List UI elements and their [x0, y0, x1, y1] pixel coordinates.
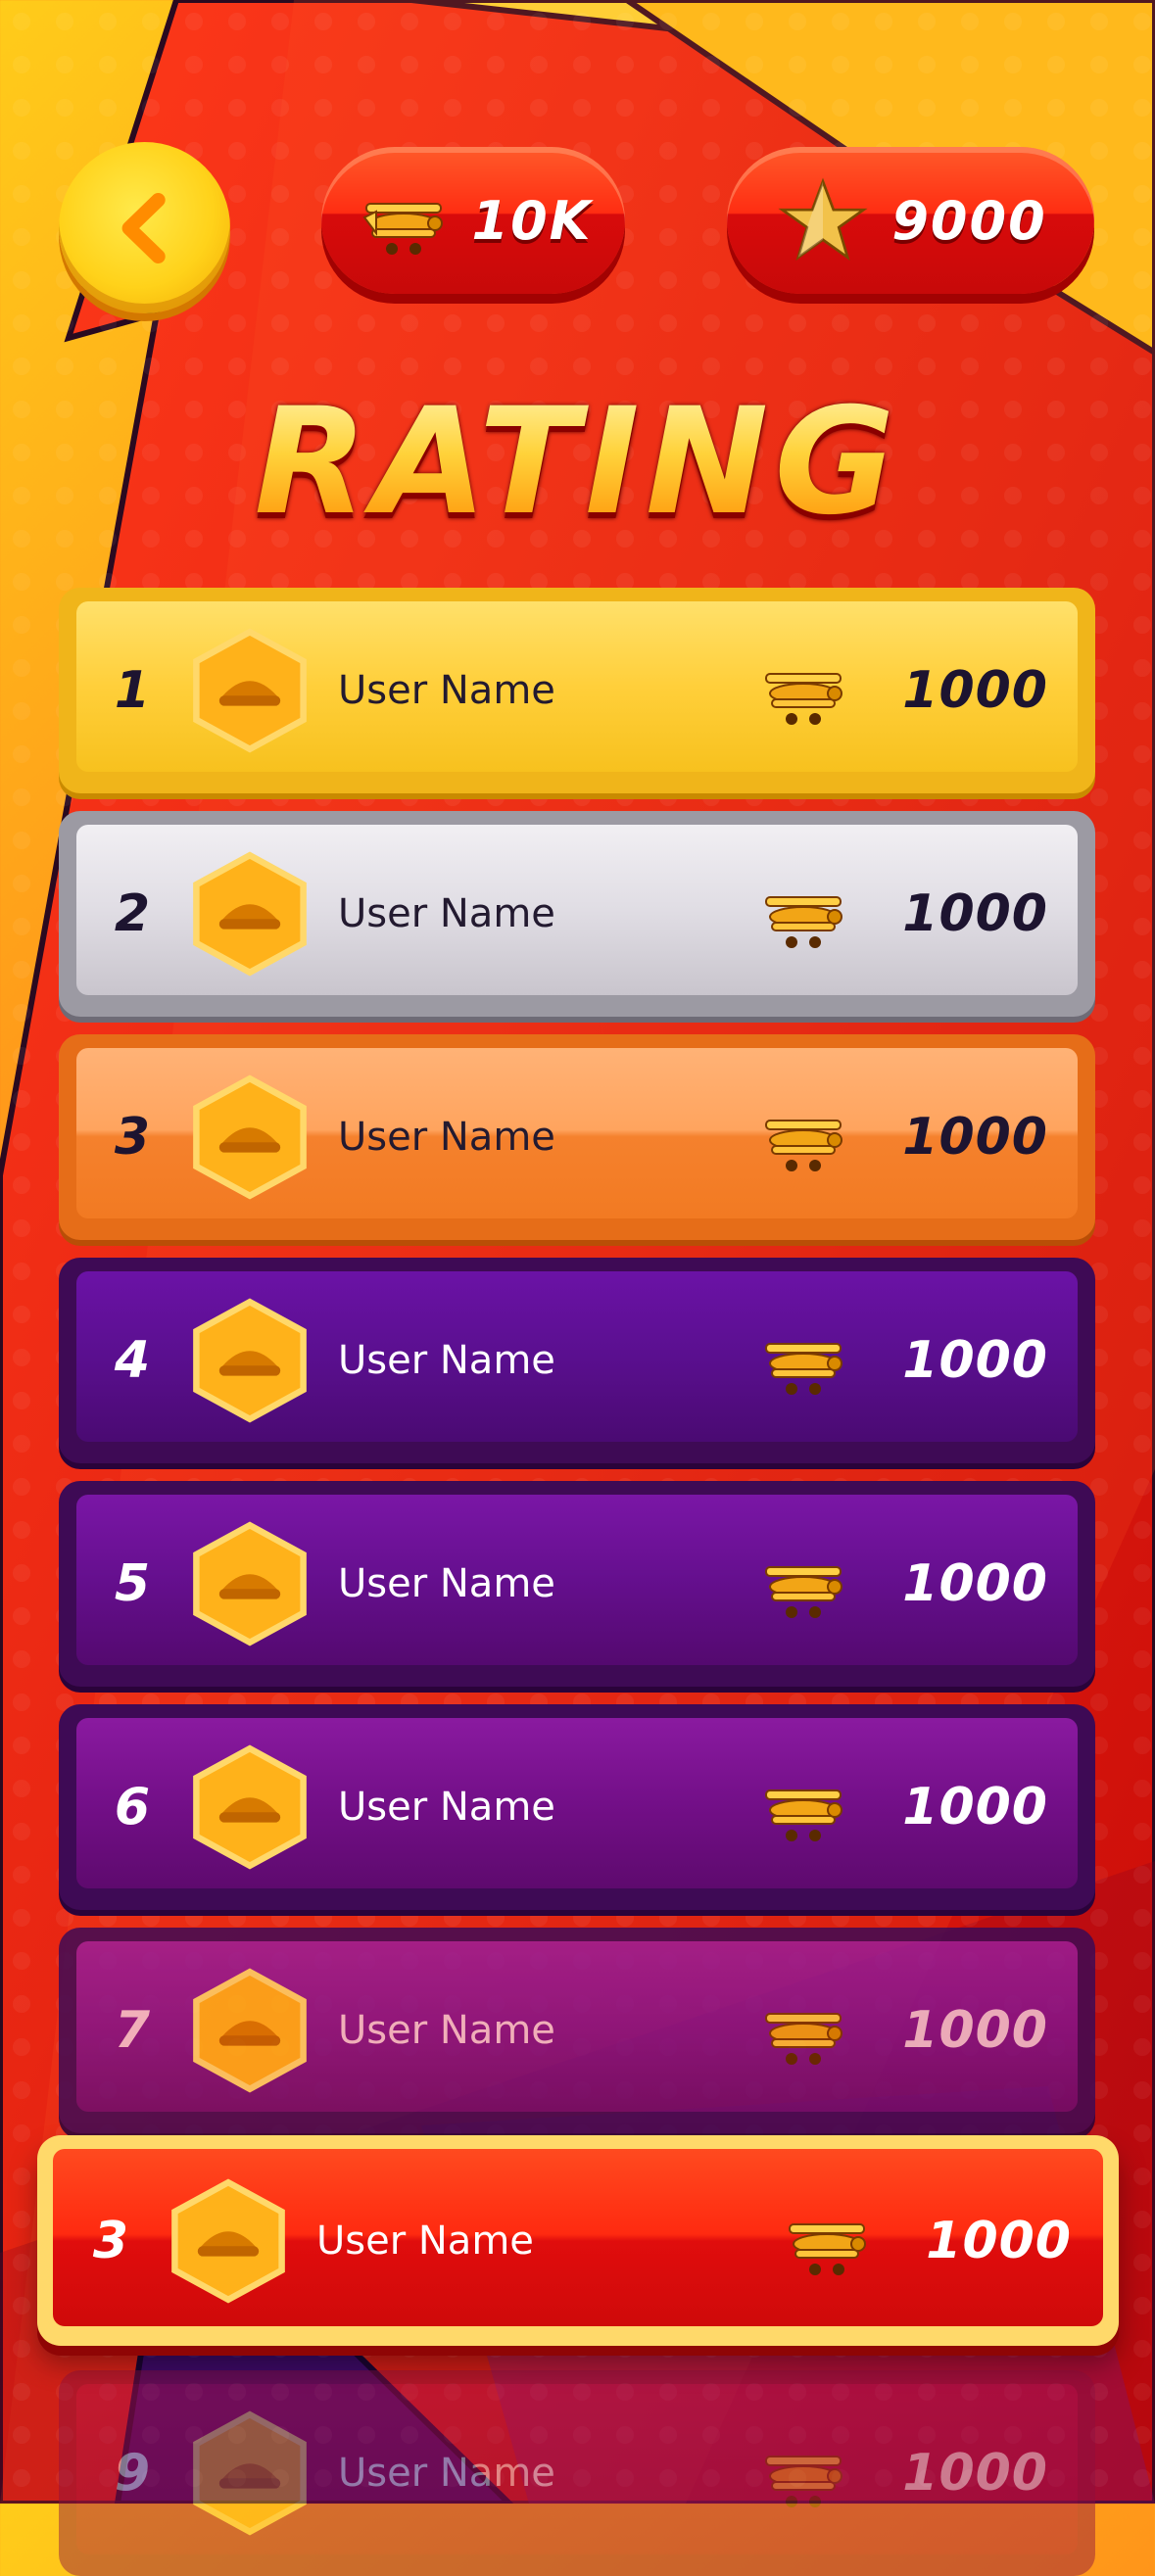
- leaderboard-row[interactable]: 5 User Name 1000: [59, 1481, 1095, 1687]
- score-value: 1000: [902, 1554, 1048, 1613]
- rank-number: 6: [114, 1778, 151, 1837]
- user-name: User Name: [316, 2218, 534, 2264]
- score-value: 1000: [902, 2444, 1048, 2503]
- rank-number: 4: [114, 1331, 151, 1390]
- leaderboard-row[interactable]: 7 User Name 1000: [59, 1928, 1095, 2133]
- user-name: User Name: [338, 2008, 555, 2053]
- pilot-cap-avatar-icon: [171, 2177, 285, 2304]
- user-name: User Name: [338, 2451, 555, 2496]
- rank-number: 3: [92, 2211, 129, 2270]
- score-value: 1000: [902, 661, 1048, 720]
- pilot-cap-avatar-icon: [193, 851, 307, 977]
- leaderboard-row[interactable]: 6 User Name 1000: [59, 1704, 1095, 1910]
- user-name: User Name: [338, 1115, 555, 1160]
- leaderboard-list: 1 User Name 1000 2 User Name 1000 3 User…: [0, 0, 1155, 2576]
- pilot-cap-avatar-icon: [193, 1968, 307, 2093]
- score-value: 1000: [902, 884, 1048, 943]
- biplane-icon: [765, 1343, 842, 1395]
- user-name: User Name: [338, 668, 555, 713]
- biplane-icon: [765, 2456, 842, 2507]
- score-value: 1000: [926, 2211, 1072, 2270]
- user-name: User Name: [338, 1785, 555, 1830]
- biplane-icon: [765, 2013, 842, 2065]
- user-name: User Name: [338, 1338, 555, 1383]
- score-value: 1000: [902, 1108, 1048, 1167]
- score-value: 1000: [902, 1778, 1048, 1837]
- biplane-icon: [765, 1789, 842, 1841]
- score-value: 1000: [902, 1331, 1048, 1390]
- leaderboard-row[interactable]: 3 User Name 1000: [59, 1034, 1095, 1240]
- rank-number: 9: [114, 2444, 151, 2503]
- leaderboard-row[interactable]: 2 User Name 1000: [59, 811, 1095, 1017]
- biplane-icon: [765, 1566, 842, 1618]
- leaderboard-row[interactable]: 4 User Name 1000: [59, 1258, 1095, 1463]
- leaderboard-row[interactable]: 9 User Name 1000: [59, 2370, 1095, 2576]
- rank-number: 1: [114, 661, 151, 720]
- pilot-cap-avatar-icon: [193, 1298, 307, 1423]
- user-name: User Name: [338, 891, 555, 936]
- biplane-icon: [765, 896, 842, 948]
- rank-number: 7: [114, 2001, 151, 2060]
- pilot-cap-avatar-icon: [193, 1521, 307, 1646]
- pilot-cap-avatar-icon: [193, 2410, 307, 2536]
- pilot-cap-avatar-icon: [193, 628, 307, 753]
- user-name: User Name: [338, 1561, 555, 1606]
- biplane-icon: [765, 673, 842, 725]
- rank-number: 3: [114, 1108, 151, 1167]
- biplane-icon: [789, 2222, 866, 2275]
- rank-number: 2: [114, 884, 151, 943]
- rank-number: 5: [114, 1554, 151, 1613]
- leaderboard-row[interactable]: 1 User Name 1000: [59, 588, 1095, 793]
- pilot-cap-avatar-icon: [193, 1744, 307, 1870]
- score-value: 1000: [902, 2001, 1048, 2060]
- biplane-icon: [765, 1120, 842, 1171]
- pilot-cap-avatar-icon: [193, 1074, 307, 1200]
- current-user-row[interactable]: 3 User Name 1000: [37, 2135, 1119, 2346]
